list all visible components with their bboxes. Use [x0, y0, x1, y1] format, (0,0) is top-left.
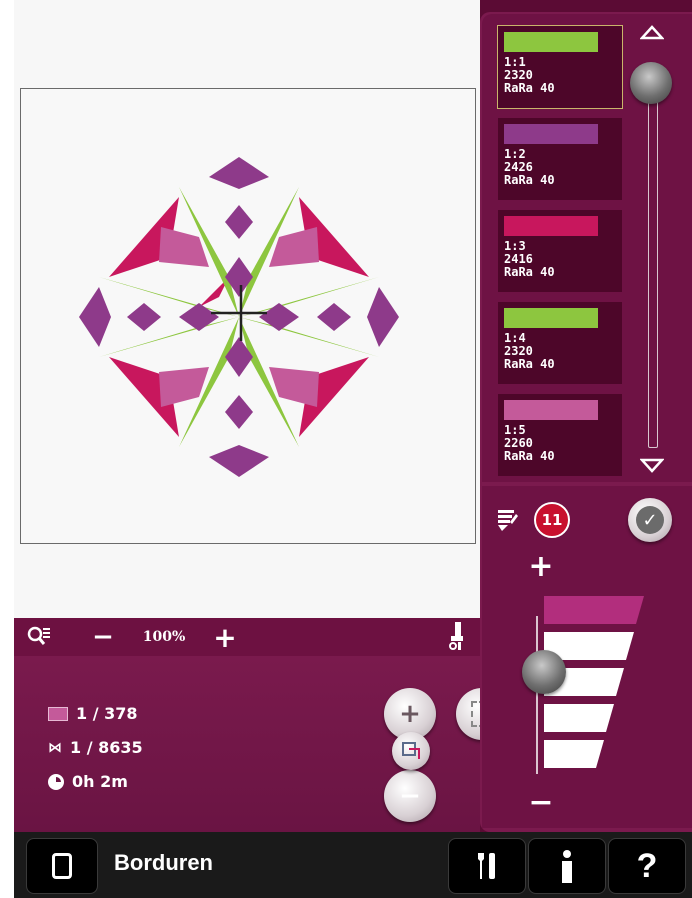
tension-value-badge: 11 — [534, 502, 570, 538]
thread-tension-panel: 11 ✓ + − — [482, 486, 692, 828]
info-icon — [562, 850, 572, 883]
info-button[interactable] — [528, 838, 606, 894]
zoom-options-icon[interactable] — [24, 618, 54, 656]
zoom-in-button[interactable]: + — [210, 618, 240, 656]
plus-icon: + — [399, 699, 421, 729]
mode-title: Borduren — [114, 850, 213, 875]
design-shape — [239, 277, 379, 317]
design-shape — [225, 395, 253, 429]
scroll-down-icon[interactable] — [639, 456, 665, 474]
time-row: 0h 2m — [48, 772, 128, 791]
go-to-stitch-icon — [402, 742, 420, 759]
tools-icon — [478, 853, 495, 879]
scrollbar-thumb[interactable] — [630, 62, 672, 104]
design-shape — [209, 157, 269, 189]
scrollbar-track[interactable] — [648, 74, 658, 448]
block-count-row: 1 / 378 — [48, 704, 138, 723]
tension-slider-thumb[interactable] — [522, 650, 566, 694]
help-icon: ? — [636, 846, 658, 885]
stitch-icon: ⋈ — [48, 739, 62, 756]
tension-decrease-button[interactable]: − — [526, 784, 556, 820]
thread-label: 1:5 2260 RaRa 40 — [504, 423, 555, 463]
thread-color-list: 1:1 2320 RaRa 40 1:2 2426 RaRa 40 1:3 24… — [482, 14, 692, 482]
design-shape — [99, 317, 239, 357]
minus-icon: − — [399, 781, 421, 811]
design-shape — [259, 303, 299, 331]
confirm-button[interactable]: ✓ — [628, 498, 672, 542]
stitch-count-row: ⋈ 1 / 8635 — [48, 738, 143, 757]
scroll-up-icon[interactable] — [639, 24, 665, 42]
thread-label: 1:2 2426 RaRa 40 — [504, 147, 555, 187]
thread-item[interactable]: 1:5 2260 RaRa 40 — [498, 394, 622, 476]
thread-item[interactable]: 1:2 2426 RaRa 40 — [498, 118, 622, 200]
design-shape — [209, 445, 269, 477]
window-icon — [52, 853, 72, 879]
thread-swatch — [504, 308, 598, 328]
embroidery-design[interactable] — [21, 89, 475, 543]
step-back-button[interactable]: − — [384, 770, 436, 822]
design-shape — [79, 287, 111, 347]
thread-swatch — [504, 400, 598, 420]
clock-icon — [48, 773, 64, 790]
design-shape — [127, 303, 161, 331]
hoop-area[interactable] — [20, 88, 476, 544]
tension-increase-button[interactable]: + — [526, 548, 556, 584]
go-to-stitch-button[interactable] — [392, 732, 430, 770]
stitch-count: 1 / 8635 — [70, 738, 143, 757]
thread-item[interactable]: 1:4 2320 RaRa 40 — [498, 302, 622, 384]
color-block-icon — [48, 706, 68, 721]
stitch-info-area: 1 / 378 ⋈ 1 / 8635 0h 2m + − — [14, 656, 508, 832]
design-shape — [317, 303, 351, 331]
checkmark-icon: ✓ — [636, 506, 664, 534]
tension-icon — [496, 508, 520, 536]
tension-slider[interactable] — [522, 596, 654, 776]
thread-swatch — [504, 124, 598, 144]
mode-button[interactable] — [26, 838, 98, 894]
embroidery-screen: − 100% + 1 / 378 ⋈ 1 / 8635 0h 2m + − 1:… — [14, 0, 692, 898]
thread-label: 1:1 2320 RaRa 40 — [504, 55, 555, 95]
bottom-bar: Borduren ? — [14, 832, 692, 898]
thread-label: 1:3 2416 RaRa 40 — [504, 239, 555, 279]
thread-swatch — [504, 216, 598, 236]
zoom-out-button[interactable]: − — [88, 618, 118, 656]
embroidery-canvas — [14, 0, 480, 618]
design-shape — [367, 287, 399, 347]
block-count: 1 / 378 — [76, 704, 138, 723]
thread-label: 1:4 2320 RaRa 40 — [504, 331, 555, 371]
presser-foot-icon[interactable] — [442, 618, 472, 656]
thread-item[interactable]: 1:3 2416 RaRa 40 — [498, 210, 622, 292]
zoom-level: 100% — [142, 629, 186, 645]
help-button[interactable]: ? — [608, 838, 686, 894]
design-shape — [225, 205, 253, 239]
time-remaining: 0h 2m — [72, 772, 128, 791]
thread-swatch — [504, 32, 598, 52]
design-shape — [179, 303, 219, 331]
settings-button[interactable] — [448, 838, 526, 894]
zoom-toolbar: − 100% + — [14, 618, 480, 656]
design-shape — [239, 317, 379, 357]
thread-item[interactable]: 1:1 2320 RaRa 40 — [497, 25, 623, 109]
